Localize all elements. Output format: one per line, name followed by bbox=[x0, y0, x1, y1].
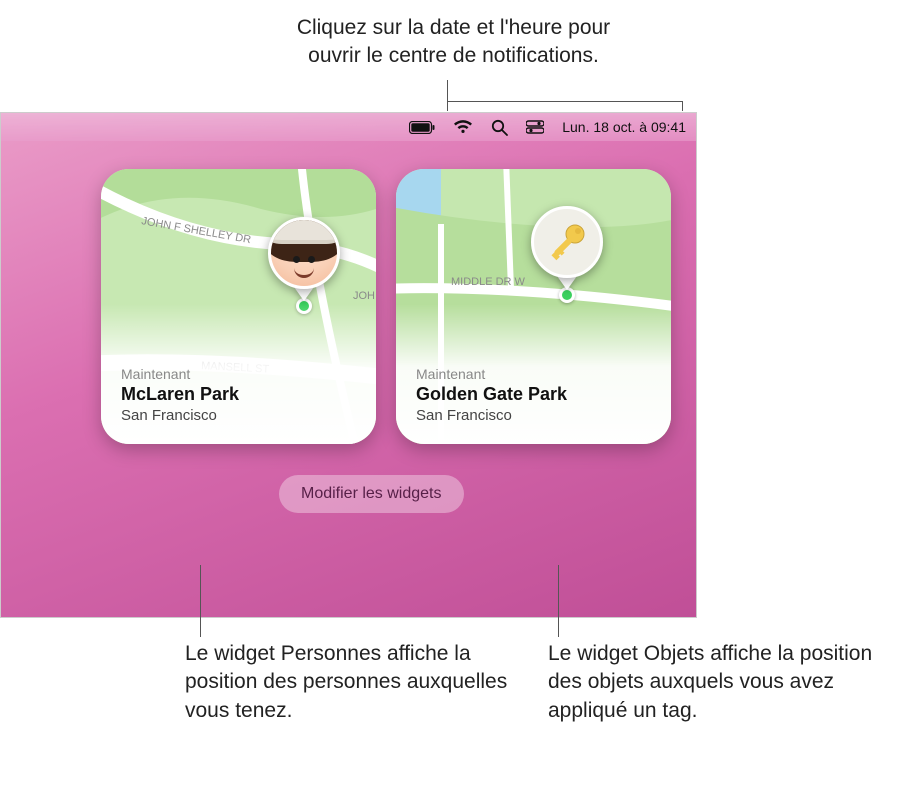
callout-items-widget: Le widget Objets affiche la position des… bbox=[548, 640, 888, 725]
desktop: Lun. 18 oct. à 09:41 JOHN F SHELLEY DR M… bbox=[0, 112, 697, 618]
control-center-icon[interactable] bbox=[526, 120, 544, 134]
callout-line bbox=[447, 101, 683, 102]
widget-location-name: Golden Gate Park bbox=[416, 384, 651, 405]
callout-top-line2: ouvrir le centre de notifications. bbox=[308, 44, 599, 67]
callout-top-line1: Cliquez sur la date et l'heure pour bbox=[297, 16, 610, 39]
widget-timestamp: Maintenant bbox=[416, 366, 651, 382]
pin-tail bbox=[294, 287, 314, 301]
pin-tail bbox=[557, 276, 577, 290]
callout-line bbox=[200, 565, 201, 637]
callout-line bbox=[447, 80, 448, 102]
spotlight-icon[interactable] bbox=[491, 119, 508, 136]
person-avatar bbox=[268, 217, 340, 289]
widget-items[interactable]: MIDDLE DR W Maintenant Golden Gate Park … bbox=[396, 169, 671, 444]
item-pin bbox=[531, 206, 603, 278]
callout-top: Cliquez sur la date et l'heure pour ouvr… bbox=[0, 14, 907, 71]
menu-bar: Lun. 18 oct. à 09:41 bbox=[1, 113, 696, 141]
battery-icon[interactable] bbox=[409, 121, 435, 134]
memoji-icon bbox=[271, 220, 337, 286]
widget-timestamp: Maintenant bbox=[121, 366, 356, 382]
widget-location-name: McLaren Park bbox=[121, 384, 356, 405]
widget-info: Maintenant McLaren Park San Francisco bbox=[101, 304, 376, 444]
callout-people-widget: Le widget Personnes affiche la position … bbox=[185, 640, 525, 725]
svg-text:JOH: JOH bbox=[353, 290, 375, 302]
callout-line bbox=[558, 565, 559, 637]
menu-bar-datetime[interactable]: Lun. 18 oct. à 09:41 bbox=[562, 119, 686, 135]
widget-city: San Francisco bbox=[416, 407, 651, 424]
edit-widgets-button[interactable]: Modifier les widgets bbox=[279, 475, 464, 513]
key-icon bbox=[545, 220, 589, 264]
widget-city: San Francisco bbox=[121, 407, 356, 424]
widget-people[interactable]: JOHN F SHELLEY DR MANSELL ST JOH Mainten… bbox=[101, 169, 376, 444]
svg-text:MIDDLE DR W: MIDDLE DR W bbox=[451, 276, 526, 288]
widget-info: Maintenant Golden Gate Park San Francisc… bbox=[396, 304, 671, 444]
widgets-area: JOHN F SHELLEY DR MANSELL ST JOH Mainten… bbox=[101, 169, 671, 444]
wifi-icon[interactable] bbox=[453, 120, 473, 134]
